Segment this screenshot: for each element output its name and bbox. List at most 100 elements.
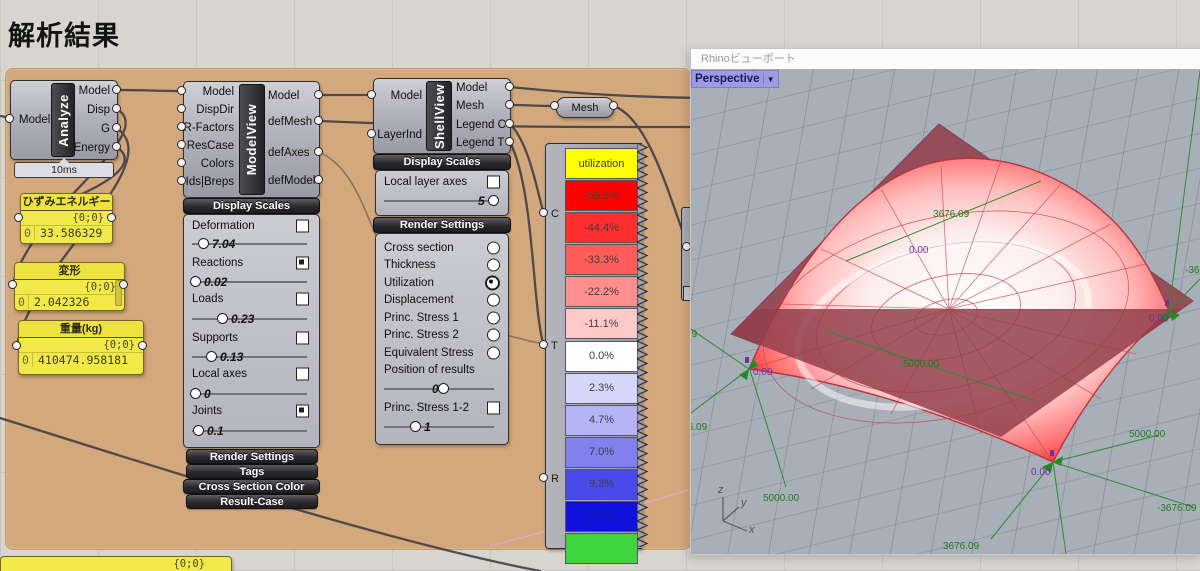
view-selector[interactable]: Perspective ▼: [691, 70, 779, 88]
shellview-component[interactable]: Model LayerInd ShellView Model Mesh Lege…: [373, 78, 511, 154]
slider-knob[interactable]: [193, 425, 204, 436]
port[interactable]: [539, 208, 548, 217]
panel-path: {0;0}: [15, 280, 124, 295]
port[interactable]: [609, 101, 618, 110]
slider-knob[interactable]: [198, 238, 209, 249]
analyze-output-label: Energy: [73, 142, 110, 154]
analyze-output-label: Model: [78, 85, 110, 97]
port[interactable]: [112, 142, 121, 151]
scale-checkbox[interactable]: [296, 331, 309, 345]
option-radio[interactable]: [487, 311, 500, 325]
modelview-component[interactable]: Model DispDir R-Factors ResCase Colors I…: [183, 81, 320, 198]
slider-knob[interactable]: [410, 421, 421, 432]
port[interactable]: [138, 341, 147, 350]
option-radio[interactable]: [487, 258, 500, 272]
port[interactable]: [367, 90, 376, 99]
port[interactable]: [112, 85, 121, 94]
render-settings-button[interactable]: Render Settings: [186, 449, 318, 464]
viewport-titlebar[interactable]: Rhinoビューポート: [691, 49, 1200, 70]
port[interactable]: [14, 213, 23, 222]
option-radio[interactable]: [485, 275, 500, 291]
chevron-down-icon[interactable]: ▼: [767, 75, 775, 84]
option-radio[interactable]: [487, 293, 500, 307]
legend-zigzag-edge: [637, 143, 649, 547]
port[interactable]: [367, 129, 376, 138]
port[interactable]: [177, 122, 186, 131]
port[interactable]: [539, 473, 548, 482]
port[interactable]: [119, 280, 128, 289]
princ-stress-12-checkbox[interactable]: [487, 401, 500, 415]
shellview-display-scales-button[interactable]: Display Scales: [373, 154, 511, 170]
legend-rows: utilization -55.5% -44.4% -33.3% -22.2% …: [565, 148, 638, 565]
modelview-display-scales-button[interactable]: Display Scales: [183, 198, 320, 214]
port[interactable]: [177, 86, 186, 95]
dim-label: 5000.00: [1129, 429, 1166, 440]
slider-knob[interactable]: [190, 388, 201, 399]
analyze-name-bar[interactable]: Analyze: [51, 83, 75, 157]
slider-value: 5: [478, 194, 485, 208]
modelview-name-bar[interactable]: ModelView: [239, 84, 265, 195]
slider-knob[interactable]: [190, 276, 201, 287]
panel-index: 0: [15, 295, 29, 309]
shellview-input-label: Model: [390, 90, 422, 102]
option-label: Equivalent Stress: [384, 347, 474, 359]
port[interactable]: [314, 147, 323, 156]
port[interactable]: [177, 176, 186, 185]
option-radio[interactable]: [487, 328, 500, 342]
panel-partial-bottom[interactable]: {0;0}: [0, 556, 232, 571]
panel-weight[interactable]: 重量(kg) {0;0} 0 410474.958181: [18, 320, 144, 375]
port[interactable]: [12, 341, 21, 350]
slider-knob[interactable]: [488, 195, 499, 206]
option-label: Displacement: [384, 294, 454, 306]
port[interactable]: [5, 114, 14, 123]
port[interactable]: [177, 158, 186, 167]
port[interactable]: [314, 175, 323, 184]
analyze-component[interactable]: Model Analyze Model Disp G Energy: [10, 80, 118, 160]
cross-section-color-button[interactable]: Cross Section Color: [183, 479, 320, 494]
port[interactable]: [505, 100, 514, 109]
port[interactable]: [539, 340, 548, 349]
shellview-output-label: Mesh: [456, 100, 485, 112]
option-radio[interactable]: [487, 346, 500, 360]
port[interactable]: [505, 119, 514, 128]
modelview-input-label: DispDir: [196, 104, 234, 116]
panel-path: {0;0}: [173, 558, 205, 570]
port[interactable]: [112, 123, 121, 132]
port[interactable]: [8, 280, 17, 289]
scale-checkbox[interactable]: [296, 292, 309, 306]
shellview-scales-panel[interactable]: Local layer axes 5: [375, 170, 509, 216]
port[interactable]: [112, 104, 121, 113]
port[interactable]: [550, 101, 559, 110]
shellview-name-bar[interactable]: ShellView: [426, 81, 452, 151]
scale-label: Supports: [192, 332, 239, 344]
port[interactable]: [314, 116, 323, 125]
port[interactable]: [107, 213, 116, 222]
slider-knob[interactable]: [217, 313, 228, 324]
port[interactable]: [177, 140, 186, 149]
scale-checkbox[interactable]: [296, 219, 309, 233]
scale-checkbox[interactable]: [296, 404, 309, 418]
viewport-3d-area[interactable]: Perspective ▼ 3676.09 9 .09 5000.00 5000…: [691, 69, 1200, 554]
scale-checkbox[interactable]: [296, 256, 309, 270]
panel-strain-energy[interactable]: ひずみエネルギー {0;0} 0 33.586329: [20, 193, 113, 244]
rhino-viewport-window[interactable]: Rhinoビューポート Perspective ▼ 3676.09 9 .09 …: [690, 48, 1200, 555]
result-case-button[interactable]: Result-Case: [186, 494, 318, 509]
port[interactable]: [314, 90, 323, 99]
slider-knob[interactable]: [206, 351, 217, 362]
dim-label: 3676.09: [691, 422, 708, 433]
legend-sidebar: C T R: [546, 144, 564, 548]
mesh-capsule[interactable]: Mesh: [556, 97, 614, 118]
slider-knob[interactable]: [438, 383, 449, 394]
panel-deformation[interactable]: 変形 {0;0} 0 2.042326: [14, 262, 125, 311]
port[interactable]: [177, 104, 186, 113]
shellview-render-settings-button[interactable]: Render Settings: [373, 217, 511, 233]
option-radio[interactable]: [487, 241, 500, 255]
local-layer-axes-checkbox[interactable]: [487, 175, 500, 189]
shellview-render-panel[interactable]: Cross section Thickness Utilization Disp…: [375, 233, 509, 445]
utilization-legend[interactable]: C T R utilization -55.5% -44.4% -33.3% -…: [545, 143, 642, 565]
tags-button[interactable]: Tags: [186, 464, 318, 479]
scale-checkbox[interactable]: [296, 367, 309, 381]
port[interactable]: [505, 137, 514, 146]
modelview-scales-panel[interactable]: Deformation 7.04 Reactions 0.02 Loads 0.…: [183, 214, 320, 448]
port[interactable]: [505, 82, 514, 91]
